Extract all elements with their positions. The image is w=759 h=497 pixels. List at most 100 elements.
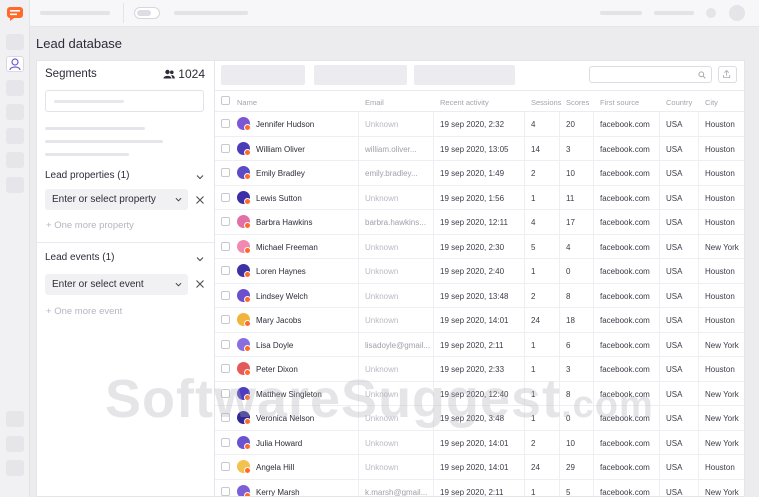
- cell-name[interactable]: Barbra Hawkins: [256, 218, 312, 227]
- nav-item[interactable]: [6, 128, 24, 144]
- property-select[interactable]: Enter or select property: [45, 189, 188, 210]
- column-header-email[interactable]: Email: [365, 98, 384, 107]
- event-select[interactable]: Enter or select event: [45, 274, 188, 295]
- table-row[interactable]: Jennifer Hudson Unknown 19 sep 2020, 2:32 4…: [215, 112, 744, 137]
- cell-name[interactable]: Lewis Sutton: [256, 194, 302, 203]
- row-checkbox[interactable]: [221, 266, 230, 275]
- cell-name[interactable]: Emily Bradley: [256, 169, 305, 178]
- column-header-sessions[interactable]: Sessions: [531, 98, 561, 107]
- cell-name[interactable]: Mary Jacobs: [256, 316, 301, 325]
- nav-item[interactable]: [6, 436, 24, 452]
- column-header-country[interactable]: Country: [666, 98, 692, 107]
- row-checkbox[interactable]: [221, 486, 230, 496]
- close-icon[interactable]: [194, 278, 206, 290]
- nav-item[interactable]: [6, 34, 24, 50]
- column-divider: [698, 479, 699, 496]
- cell-name[interactable]: Angela Hill: [256, 463, 294, 472]
- column-header-recent-activity[interactable]: Recent activity: [440, 98, 489, 107]
- filter-placeholder[interactable]: [314, 65, 407, 85]
- table-search-input[interactable]: [589, 66, 712, 83]
- row-checkbox[interactable]: [221, 315, 230, 324]
- table-row[interactable]: Emily Bradley emily.bradley... 19 sep 2020…: [215, 161, 744, 186]
- table-row[interactable]: Angela Hill Unknown 19 sep 2020, 14:01 24 29…: [215, 455, 744, 480]
- cell-country: USA: [666, 365, 683, 374]
- cell-sessions: 1: [531, 340, 536, 350]
- row-checkbox[interactable]: [221, 241, 230, 251]
- table-row[interactable]: Peter Dixon Unknown 19 sep 2020, 2:33 1 3 fac…: [215, 357, 744, 382]
- cell-name[interactable]: Veronica Nelson: [256, 414, 314, 423]
- table-row[interactable]: William Oliver william.oliver... 19 sep 20…: [215, 136, 744, 161]
- row-checkbox[interactable]: [221, 168, 230, 177]
- row-checkbox[interactable]: [221, 462, 230, 471]
- table-row[interactable]: Matthew Singleton Unknown 19 sep 2020, 12:…: [215, 381, 744, 406]
- column-header-scores[interactable]: Scores: [566, 98, 589, 107]
- table-row[interactable]: Veronica Nelson Unknown 19 sep 2020, 3:48 1…: [215, 406, 744, 431]
- row-checkbox[interactable]: [221, 413, 230, 422]
- cell-name[interactable]: Peter Dixon: [256, 365, 298, 374]
- table-row[interactable]: Julia Howard Unknown 19 sep 2020, 14:01 2 10…: [215, 430, 744, 455]
- table-row[interactable]: Michael Freeman Unknown 19 sep 2020, 2:30 5…: [215, 234, 744, 259]
- add-property-button[interactable]: + One more property: [46, 220, 134, 231]
- row-checkbox[interactable]: [221, 388, 230, 398]
- cell-city: Houston: [705, 218, 735, 227]
- cell-name[interactable]: Julia Howard: [256, 439, 302, 448]
- cell-name[interactable]: Lisa Doyle: [256, 341, 293, 350]
- column-divider: [559, 259, 560, 284]
- table-row[interactable]: Loren Haynes Unknown 19 sep 2020, 2:40 1 0 fa…: [215, 259, 744, 284]
- row-checkbox[interactable]: [221, 364, 230, 373]
- cell-name[interactable]: Kerry Marsh: [256, 488, 300, 497]
- lead-events-header[interactable]: Lead events (1): [45, 252, 115, 263]
- nav-item[interactable]: [6, 80, 24, 96]
- select-all-checkbox[interactable]: [221, 96, 230, 105]
- cell-name[interactable]: Jennifer Hudson: [256, 120, 314, 129]
- lead-properties-header[interactable]: Lead properties (1): [45, 170, 130, 181]
- segment-search-input[interactable]: [45, 90, 204, 112]
- row-checkbox[interactable]: [221, 192, 230, 202]
- cell-name[interactable]: Loren Haynes: [256, 267, 306, 276]
- export-button[interactable]: [718, 66, 737, 83]
- table-row[interactable]: Barbra Hawkins barbra.hawkins... 19 sep 20…: [215, 210, 744, 235]
- table-row[interactable]: Lisa Doyle lisadoyle@gmail... 19 sep 2020,…: [215, 332, 744, 357]
- row-checkbox[interactable]: [221, 143, 230, 153]
- avatar[interactable]: [729, 5, 745, 21]
- cell-first-source: facebook.com: [600, 463, 650, 472]
- filter-placeholder[interactable]: [414, 65, 515, 85]
- column-divider: [593, 381, 594, 406]
- cell-country: USA: [666, 316, 683, 325]
- row-checkbox[interactable]: [221, 119, 230, 128]
- column-divider: [433, 455, 434, 480]
- column-header-first-source[interactable]: First source: [600, 98, 639, 107]
- chevron-down-icon[interactable]: [196, 173, 204, 181]
- nav-item-leads[interactable]: [6, 56, 24, 72]
- row-checkbox[interactable]: [221, 217, 230, 226]
- cell-name[interactable]: William Oliver: [256, 145, 305, 154]
- chat-logo-icon[interactable]: [6, 6, 24, 22]
- toggle-switch[interactable]: [134, 7, 160, 19]
- column-header-city[interactable]: City: [705, 98, 718, 107]
- column-divider: [659, 406, 660, 431]
- column-divider: [698, 234, 699, 259]
- nav-item[interactable]: [6, 104, 24, 120]
- nav-item[interactable]: [6, 411, 24, 427]
- cell-name[interactable]: Michael Freeman: [256, 243, 318, 252]
- nav-item[interactable]: [6, 460, 24, 476]
- close-icon[interactable]: [194, 194, 206, 206]
- add-event-button[interactable]: + One more event: [46, 306, 122, 317]
- users-icon: [163, 69, 176, 79]
- nav-item[interactable]: [6, 152, 24, 168]
- chevron-down-icon[interactable]: [196, 255, 204, 263]
- table-row[interactable]: Mary Jacobs Unknown 19 sep 2020, 14:01 24 18…: [215, 308, 744, 333]
- row-checkbox[interactable]: [221, 437, 230, 447]
- cell-name[interactable]: Lindsey Welch: [256, 292, 308, 301]
- notification-dot[interactable]: [706, 8, 716, 18]
- cell-name[interactable]: Matthew Singleton: [256, 390, 322, 399]
- nav-item[interactable]: [6, 177, 24, 193]
- row-checkbox[interactable]: [221, 339, 230, 349]
- filter-placeholder[interactable]: [221, 65, 305, 85]
- column-header-name[interactable]: Name: [237, 98, 257, 107]
- table-row[interactable]: Lewis Sutton Unknown 19 sep 2020, 1:56 1 11 f…: [215, 185, 744, 210]
- table-row[interactable]: Kerry Marsh k.marsh@gmail... 19 sep 2020, …: [215, 479, 744, 497]
- row-checkbox[interactable]: [221, 290, 230, 300]
- table-row[interactable]: Lindsey Welch Unknown 19 sep 2020, 13:48 2 8…: [215, 283, 744, 308]
- export-icon: [723, 69, 731, 79]
